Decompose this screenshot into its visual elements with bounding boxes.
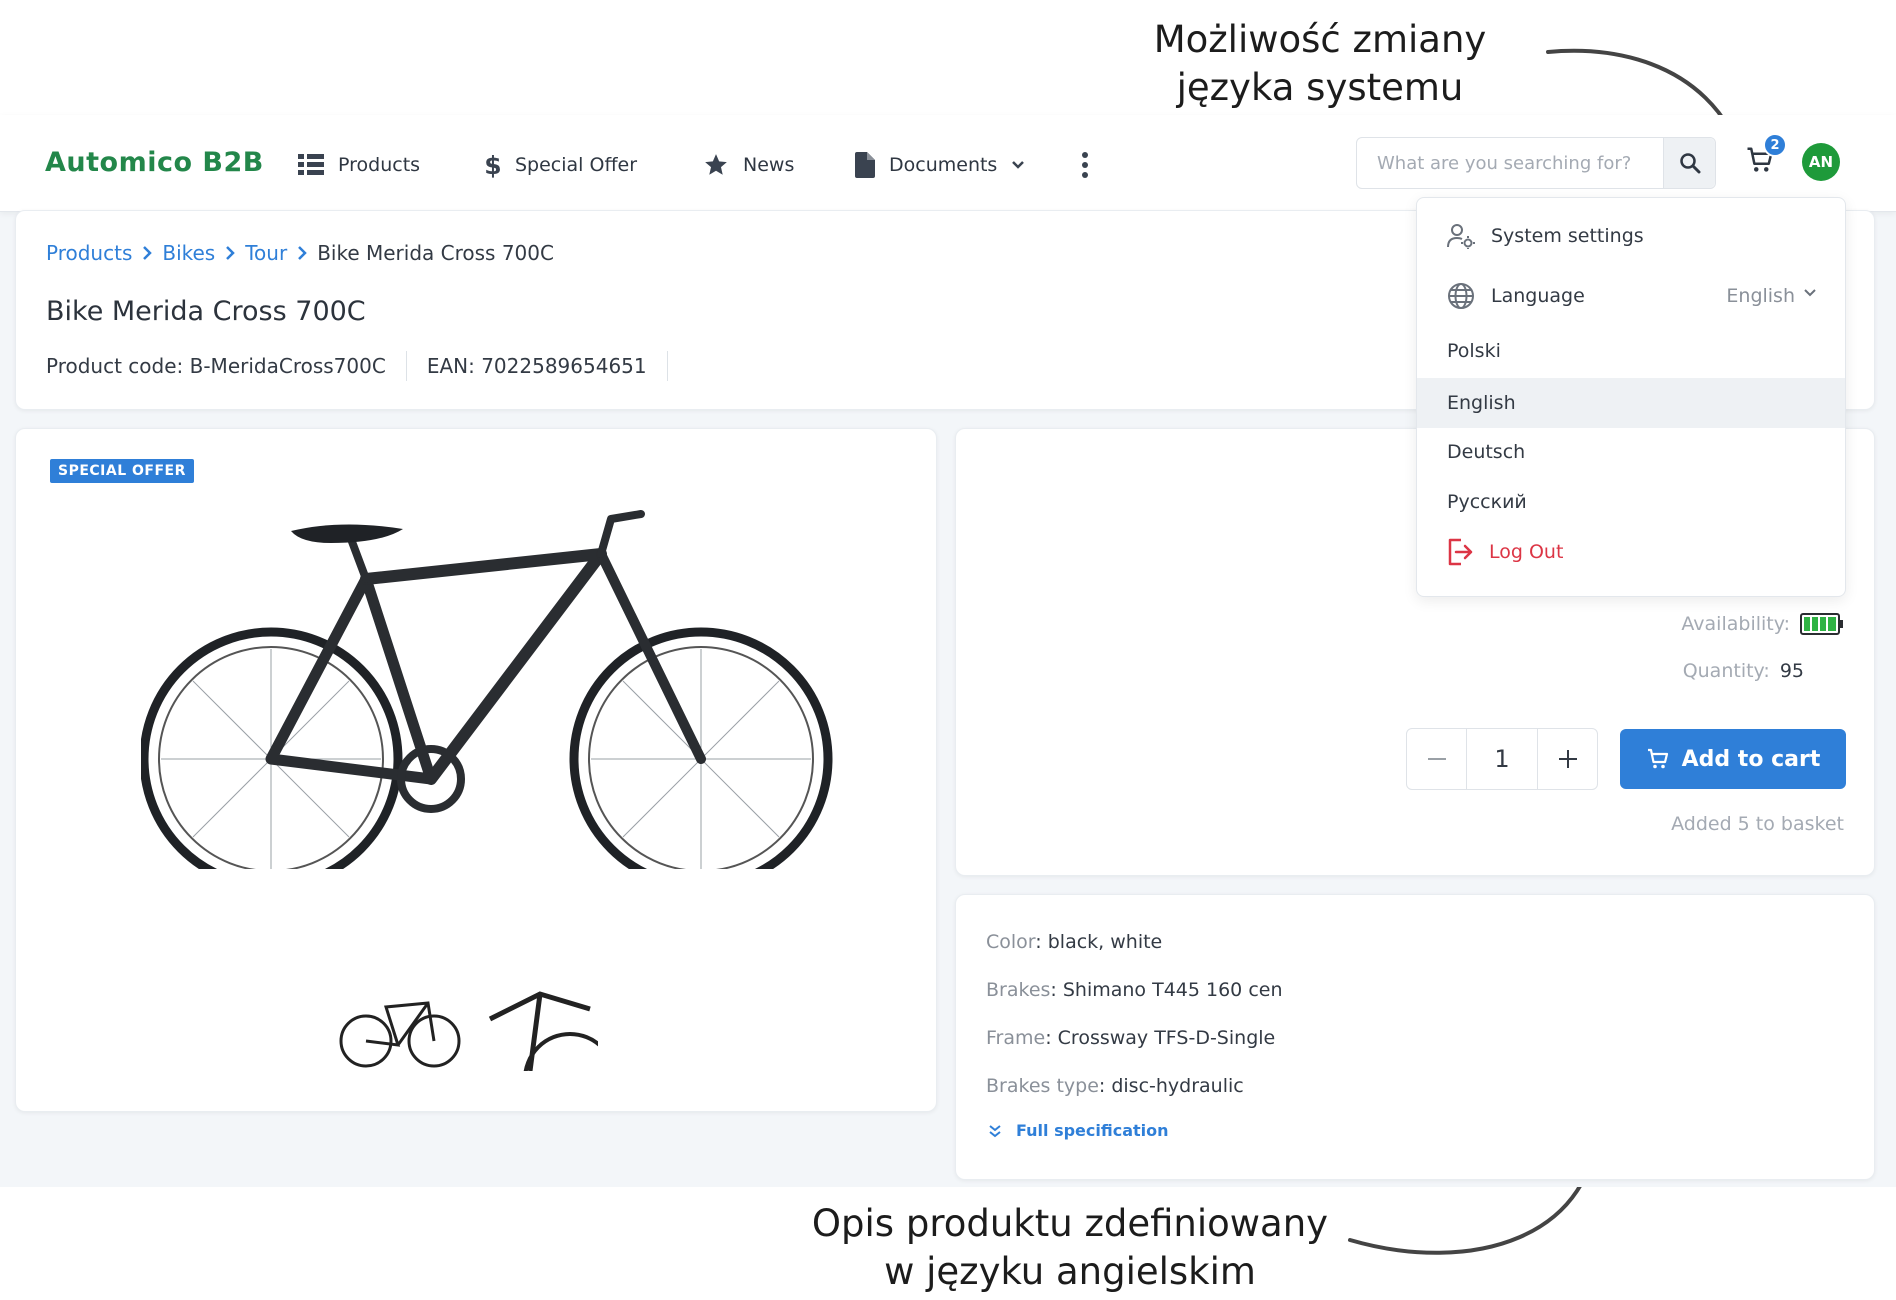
cart-button[interactable]: 2 [1745,133,1787,185]
spec-value: disc-hydraulic [1111,1075,1244,1097]
nav-documents[interactable]: Documents [855,145,1025,185]
full-specification-label: Full specification [1016,1121,1169,1140]
language-option-russian[interactable]: Русский [1417,477,1845,527]
product-codes: Product code: B-MeridaCross700C EAN: 702… [46,351,688,381]
spec-value: Crossway TFS-D-Single [1057,1027,1276,1049]
add-to-cart-label: Add to cart [1681,746,1821,772]
logout-icon [1448,538,1473,566]
language-option-english[interactable]: English [1417,378,1845,428]
add-to-cart-button[interactable]: Add to cart [1620,729,1846,789]
search-input[interactable] [1357,138,1662,188]
breadcrumb-tour[interactable]: Tour [245,241,287,265]
thumbnail-1[interactable] [336,989,464,1071]
annotation-top-line2: języka systemu [1176,66,1464,109]
product-code: Product code: B-MeridaCross700C [46,354,386,378]
more-vertical-icon [1082,152,1088,178]
nav-products[interactable]: Products [298,145,420,185]
thumbnail-2[interactable] [470,989,598,1071]
minus-icon [1427,758,1446,760]
spec-key: Brakes [986,979,1051,1001]
cart-icon [1647,748,1668,769]
more-menu-button[interactable] [1080,145,1090,185]
menu-system-settings[interactable]: System settings [1417,216,1845,256]
breadcrumb: Products Bikes Tour Bike Merida Cross 70… [46,241,554,265]
decrement-button[interactable] [1407,729,1467,789]
chevron-right-icon [298,246,307,260]
spec-value: Shimano T445 160 cen [1062,979,1283,1001]
star-icon [705,154,727,175]
spec-row: Brakes type: disc-hydraulic [986,1075,1244,1097]
svg-text:$: $ [485,151,501,179]
log-out-label: Log Out [1489,541,1564,563]
language-option-polski[interactable]: Polski [1417,326,1845,376]
spec-key: Color [986,931,1036,953]
chevron-down-icon [1804,289,1816,297]
plus-icon [1558,750,1577,768]
product-title: Bike Merida Cross 700C [46,296,366,327]
nav-news-label: News [743,154,795,176]
breadcrumb-products[interactable]: Products [46,241,132,265]
quantity-label: Quantity: [1682,660,1770,682]
annotation-bottom: Opis produktu zdefiniowany w języku angi… [790,1200,1350,1296]
system-settings-label: System settings [1491,225,1644,247]
annotation-bottom-line2: w języku angielskim [884,1250,1256,1293]
chevron-right-icon [226,246,236,260]
added-to-basket-message: Added 5 to basket [1671,813,1844,835]
nav-special-offer[interactable]: $ Special Offer [485,145,637,185]
nav-special-offer-label: Special Offer [515,154,638,176]
divider [666,351,668,381]
special-offer-badge: SPECIAL OFFER [50,459,194,483]
menu-language[interactable]: Language English [1417,276,1845,316]
language-option-deutsch[interactable]: Deutsch [1417,427,1845,477]
increment-button[interactable] [1537,729,1597,789]
divider [405,351,407,381]
document-icon [855,152,875,178]
availability: Availability: [1681,613,1844,635]
user-avatar[interactable]: AN [1802,143,1840,181]
quantity-stepper: 1 [1406,728,1598,790]
breadcrumb-bikes[interactable]: Bikes [162,241,215,265]
chevron-right-icon [143,246,153,260]
thumbnail-strip [336,989,598,1071]
bike-image[interactable] [141,509,841,869]
availability-label: Availability: [1681,613,1790,635]
user-menu-dropdown: System settings Language English Polski … [1416,197,1846,597]
double-chevron-down-icon [989,1124,1001,1137]
spec-key: Brakes type [986,1075,1099,1097]
quantity-input[interactable]: 1 [1467,729,1537,789]
language-current-value: English [1726,285,1795,307]
logo[interactable]: Automico B2B [45,147,264,178]
cart-count-badge: 2 [1763,133,1787,157]
breadcrumb-current: Bike Merida Cross 700C [317,241,554,265]
globe-icon [1448,283,1474,309]
spec-row: Color: black, white [986,931,1163,953]
spec-key: Frame [986,1027,1046,1049]
quantity-info: Quantity: 95 [1683,660,1804,682]
chevron-down-icon [1012,161,1025,169]
product-ean: EAN: 7022589654651 [426,354,647,378]
nav-news[interactable]: News [703,145,794,185]
spec-row: Frame: Crossway TFS-D-Single [986,1027,1276,1049]
annotation-bottom-line1: Opis produktu zdefiniowany [811,1202,1329,1245]
quantity-value: 95 [1779,660,1804,682]
search-box [1356,137,1716,189]
user-settings-icon [1447,224,1475,249]
language-label: Language [1491,285,1585,307]
nav-documents-label: Documents [889,154,998,176]
dollar-icon: $ [485,151,501,179]
spec-value: black, white [1047,931,1163,953]
spec-row: Brakes: Shimano T445 160 cen [986,979,1283,1001]
search-icon [1679,153,1700,174]
search-button[interactable] [1663,138,1715,188]
full-specification-link[interactable]: Full specification [988,1121,1169,1140]
annotation-top: Możliwość zmiany języka systemu [1110,16,1530,112]
specification-card: Color: black, white Brakes: Shimano T445… [955,894,1875,1180]
product-image-card: SPECIAL OFFER [15,428,937,1112]
menu-log-out[interactable]: Log Out [1417,532,1845,572]
nav-products-label: Products [338,154,421,176]
list-icon [298,154,324,175]
battery-full-icon [1800,613,1843,635]
annotation-top-line1: Możliwość zmiany [1153,18,1487,61]
